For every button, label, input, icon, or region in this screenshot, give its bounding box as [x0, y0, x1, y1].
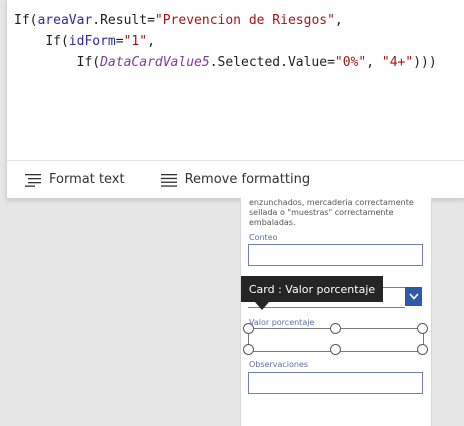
variable-token: areaVar [37, 13, 93, 28]
formula-toolbar: Format text Remove formatting [7, 161, 464, 198]
punct-token: , [366, 55, 382, 70]
operator-token: = [115, 34, 124, 49]
if-keyword: If( [14, 13, 38, 28]
variable-token: idForm [68, 34, 116, 49]
resize-handle-bottom-left[interactable] [243, 344, 254, 355]
punct-token: , [334, 13, 343, 28]
format-text-button[interactable]: Format text [25, 172, 125, 187]
property-token: .Selected.Value= [209, 55, 335, 70]
string-token: "1" [123, 34, 148, 49]
resize-handle-top-right[interactable] [417, 323, 428, 334]
formula-line-3: If(DataCardValue5.Selected.Value="0%", "… [14, 55, 437, 70]
app-screen-canvas[interactable]: enzunchados, mercaderia correctamente se… [240, 198, 432, 426]
punct-token: , [147, 34, 155, 49]
string-token: "0%" [334, 55, 367, 70]
observaciones-input[interactable] [248, 372, 423, 394]
remove-formatting-icon [160, 173, 177, 187]
string-token: "Prevencion de Riesgos" [154, 13, 335, 28]
conteo-input[interactable] [248, 244, 423, 266]
resize-handle-bottom[interactable] [330, 344, 341, 355]
chevron-down-icon [408, 293, 419, 300]
format-text-label: Format text [49, 172, 125, 187]
card-tooltip: Card : Valor porcentaje [241, 276, 383, 302]
formula-line-1: If(areaVar.Result="Prevencion de Riesgos… [14, 13, 343, 28]
tooltip-arrow [255, 302, 269, 310]
if-keyword: If( [45, 34, 69, 49]
observaciones-label: Observaciones [249, 360, 309, 369]
dropdown-toggle-button[interactable] [405, 287, 422, 306]
formula-line-2: If(idForm="1", [14, 34, 155, 49]
if-keyword: If( [76, 55, 101, 70]
property-token: .Result= [92, 13, 155, 28]
string-token: "4+" [381, 55, 414, 70]
formula-editor[interactable]: If(areaVar.Result="Prevencion de Riesgos… [6, 0, 464, 199]
format-text-icon [25, 173, 41, 187]
punct-token: ))) [413, 55, 437, 70]
conteo-label: Conteo [249, 233, 278, 242]
description-text: enzunchados, mercaderia correctamente se… [249, 198, 414, 227]
valor-porcentaje-label: Valor porcentaje [249, 318, 315, 327]
resize-handle-top[interactable] [330, 323, 341, 334]
remove-formatting-button[interactable]: Remove formatting [160, 172, 311, 187]
remove-formatting-label: Remove formatting [184, 172, 311, 187]
formula-code[interactable]: If(areaVar.Result="Prevencion de Riesgos… [14, 10, 437, 73]
control-token: DataCardValue5 [100, 55, 210, 70]
resize-handle-top-left[interactable] [243, 323, 254, 334]
resize-handle-bottom-right[interactable] [417, 344, 428, 355]
